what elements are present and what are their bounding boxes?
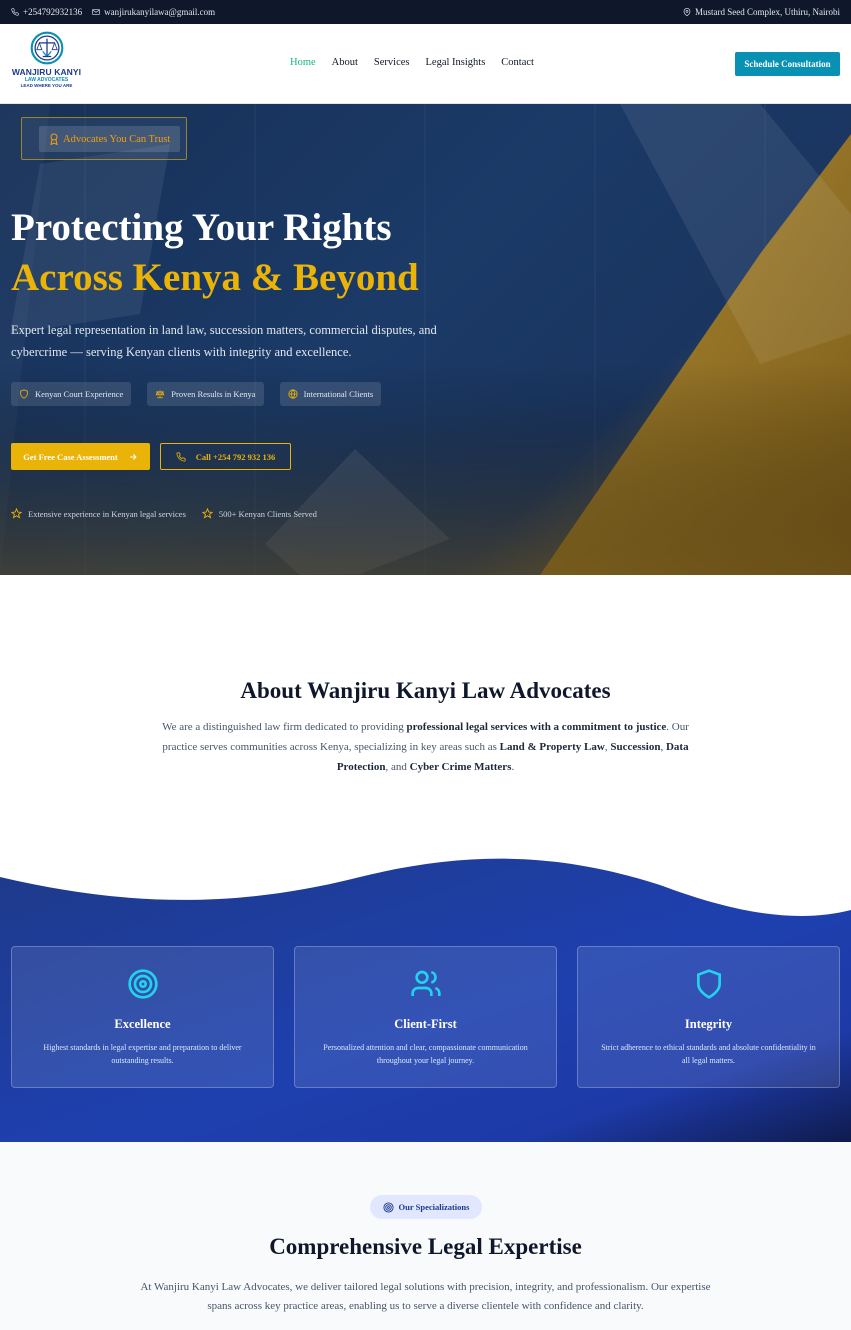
about-text-emphasis: professional legal services with a commi… — [406, 721, 667, 733]
hero-stat-experience: Extensive experience in Kenyan legal ser… — [11, 508, 186, 519]
value-card-description: Strict adherence to ethical standards an… — [601, 1043, 816, 1065]
hero-stat-clients: 500+ Kenyan Clients Served — [201, 508, 317, 519]
topbar-address-text: Mustard Seed Complex, Uthiru, Nairobi — [695, 7, 840, 17]
value-card-description: Highest standards in legal expertise and… — [43, 1043, 242, 1065]
about-text-fragment: We are a distinguished law firm dedicate… — [162, 721, 407, 733]
topbar-phone[interactable]: +254792932136 — [11, 7, 82, 17]
hero-stat-label: 500+ Kenyan Clients Served — [218, 508, 317, 519]
mail-icon — [92, 9, 100, 15]
pill-international-clients: International Clients — [279, 382, 382, 406]
specializations-text: At Wanjiru Kanyi Law Advocates, we deliv… — [140, 1281, 711, 1312]
shield-icon — [20, 389, 28, 399]
about-title: About Wanjiru Kanyi Law Advocates — [240, 678, 611, 703]
free-case-assessment-label: Get Free Case Assessment — [23, 451, 118, 462]
users-icon — [410, 970, 441, 996]
values-section: Excellence Highest standards in legal ex… — [0, 855, 851, 1142]
hero-stat-label: Extensive experience in Kenyan legal ser… — [28, 508, 186, 519]
top-contact-bar: +254792932136 wanjirukanyilawa@gmail.com… — [0, 0, 851, 24]
call-button-label: Call +254 792 932 136 — [195, 451, 276, 462]
hero-title-line2: Across Kenya & Beyond — [11, 256, 419, 299]
nav-item-home[interactable]: Home — [290, 57, 316, 68]
specializations-badge-label: Our Specializations — [398, 1202, 470, 1212]
shield-icon — [696, 969, 721, 999]
topbar-email-text: wanjirukanyilawa@gmail.com — [104, 7, 216, 17]
star-icon — [201, 508, 213, 519]
topbar-address: Mustard Seed Complex, Uthiru, Nairobi — [683, 7, 840, 17]
about-text-emphasis: Land & Property Law — [499, 741, 605, 753]
phone-icon — [176, 451, 186, 462]
logo-name: WANJIRU KANYI — [11, 67, 82, 77]
value-card-integrity: Integrity Strict adherence to ethical st… — [577, 946, 840, 1088]
pill-court-experience: Kenyan Court Experience — [11, 382, 132, 406]
pill-label: Kenyan Court Experience — [35, 389, 124, 399]
about-text-emphasis: Succession — [610, 741, 661, 753]
pill-label: International Clients — [303, 389, 374, 399]
target-icon — [382, 1201, 394, 1213]
free-case-assessment-button[interactable]: Get Free Case Assessment — [11, 443, 150, 470]
nav-item-services[interactable]: Services — [374, 57, 410, 68]
about-text-fragment: , and — [385, 761, 410, 773]
target-icon — [127, 969, 158, 999]
hero-section: Advocates You Can Trust Protecting Your … — [0, 104, 851, 575]
value-card-title: Excellence — [114, 1017, 171, 1031]
nav-item-about[interactable]: About — [332, 57, 358, 68]
nav-item-legal-insights[interactable]: Legal Insights — [426, 57, 486, 68]
specializations-badge: Our Specializations — [370, 1195, 482, 1219]
about-text-fragment: . — [511, 761, 515, 773]
topbar-phone-text: +254792932136 — [23, 7, 83, 17]
value-card-client-first: Client-First Personalized attention and … — [294, 946, 557, 1088]
star-icon — [11, 508, 22, 519]
topbar-email[interactable]: wanjirukanyilawa@gmail.com — [92, 7, 215, 17]
main-navbar: WANJIRU KANYI LAW ADVOCATES LEAD WHERE Y… — [0, 24, 851, 104]
trust-badge-frame: Advocates You Can Trust — [21, 117, 187, 160]
scale-icon — [155, 390, 165, 399]
hero-feature-pills: Kenyan Court Experience Proven Results i… — [11, 382, 382, 406]
site-logo[interactable]: WANJIRU KANYI LAW ADVOCATES LEAD WHERE Y… — [11, 31, 82, 97]
value-card-description: Personalized attention and clear, compas… — [323, 1043, 528, 1065]
hero-title-line1: Protecting Your Rights — [11, 206, 392, 249]
pill-proven-results: Proven Results in Kenya — [147, 382, 264, 406]
logo-tagline: LEAD WHERE YOU ARE — [20, 83, 73, 88]
pill-label: Proven Results in Kenya — [171, 389, 256, 399]
hero-stats: Extensive experience in Kenyan legal ser… — [11, 508, 317, 519]
specializations-title: Comprehensive Legal Expertise — [269, 1234, 582, 1259]
call-button[interactable]: Call +254 792 932 136 — [160, 443, 291, 470]
value-card-title: Integrity — [684, 1017, 733, 1031]
nav-item-contact[interactable]: Contact — [501, 57, 534, 68]
about-text: We are a distinguished law firm dedicate… — [160, 717, 691, 777]
specializations-section: Our Specializations Comprehensive Legal … — [0, 1142, 851, 1330]
about-text-emphasis: Cyber Crime Matters — [409, 761, 512, 773]
schedule-consultation-button[interactable]: Schedule Consultation — [735, 52, 840, 76]
phone-icon — [11, 8, 19, 16]
arrow-right-icon — [129, 453, 137, 460]
award-icon — [50, 133, 58, 145]
value-card-excellence: Excellence Highest standards in legal ex… — [11, 946, 274, 1088]
value-card-title: Client-First — [394, 1017, 457, 1031]
hero-description: Expert legal representation in land law,… — [11, 323, 437, 359]
map-pin-icon — [683, 8, 691, 16]
nav-links: Home About Services Legal Insights Conta… — [290, 57, 534, 68]
trust-badge-label: Advocates You Can Trust — [63, 133, 171, 145]
scales-logo-icon — [30, 31, 63, 65]
trust-badge: Advocates You Can Trust — [39, 126, 181, 152]
globe-icon — [287, 389, 298, 399]
